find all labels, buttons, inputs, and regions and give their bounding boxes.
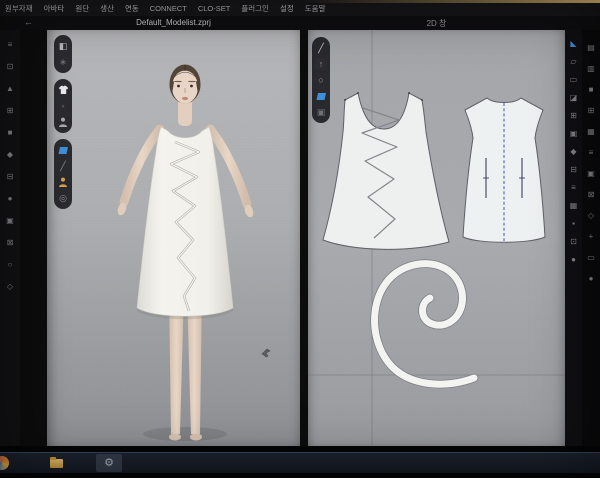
pattern-texture-icon[interactable]: ▣ [315,106,327,118]
dart-tool-icon[interactable]: ▣ [568,128,579,139]
add-panel-icon[interactable]: + [586,231,597,242]
grading-tool-icon[interactable]: ▦ [568,200,579,211]
pose-view-icon[interactable] [57,176,69,188]
library-garment-icon[interactable]: ⊡ [5,61,16,72]
pattern-piece-back [463,98,545,242]
folder-icon[interactable] [50,459,63,468]
pattern-edit-icon[interactable]: ▱ [568,56,579,67]
menu-link[interactable]: 연동 [125,3,139,14]
drape-tool-icon[interactable]: ◧ [57,40,69,52]
fabric-tab-icon[interactable]: ⊞ [586,105,597,116]
library-hardware-icon[interactable]: ◆ [5,149,16,160]
library-button-icon[interactable]: ⊟ [5,171,16,182]
title-bar: ← Default_Modelist.zprj 2D 창 [0,16,600,30]
menu-closet[interactable]: CLO-SET [198,4,231,13]
browser-icon[interactable] [0,456,9,470]
library-list-icon[interactable]: ≡ [5,39,16,50]
menu-production[interactable]: 생산 [100,3,114,14]
pattern-circle-icon[interactable]: ⊞ [568,110,579,121]
object-browser-icon[interactable]: ▤ [586,42,597,53]
freeze-tool-icon[interactable]: ∗ [57,56,69,68]
pattern-polygon-icon[interactable]: ▭ [568,74,579,85]
viewport2d-toolbar: ╱ ↑ ○ ▣ [312,37,330,123]
screenshot-root: 원부자재 아바타 원단 생산 연동 CONNECT CLO-SET 플러그인 설정 도움말 ← D… [0,0,600,478]
library-zipper-icon[interactable]: ● [5,193,16,204]
line-tool-icon[interactable]: ╱ [315,42,327,54]
measure-tool-icon[interactable]: ● [568,254,579,265]
gear-icon: ⚙ [104,458,114,469]
scene-tab-icon[interactable]: ▥ [586,63,597,74]
world-gizmo-icon[interactable]: ◎ [57,192,69,204]
notch-tool-icon[interactable]: ◆ [568,146,579,157]
menu-plugin[interactable]: 플러그인 [241,3,269,14]
right-panel-tab-strip: ▤ ▥ ■ ⊞ ▦ ≡ ▣ ⊠ ◇ + ▭ ● [582,30,600,446]
library-render-icon[interactable]: ◇ [5,281,16,292]
library-trim-icon[interactable]: ▣ [5,215,16,226]
fabric-view-icon[interactable] [57,144,69,156]
viewport-3d[interactable]: ◧ ∗ ◦ ╱ ◎ [47,30,300,446]
library-stitch-icon[interactable]: ⊠ [5,237,16,248]
menu-avatar[interactable]: 아바타 [44,3,65,14]
internal-line-icon[interactable]: ≡ [568,182,579,193]
seam-tool-icon[interactable]: ⊟ [568,164,579,175]
project-title: Default_Modelist.zprj [47,18,300,27]
colorway-tab-icon[interactable]: ▦ [586,126,597,137]
toolbar-group-show: ◦ [54,79,72,133]
pattern-tool-column: ◣ ▱ ▭ ◪ ⊞ ▣ ◆ ⊟ ≡ ▦ ▪ ⊡ ● [565,30,582,446]
close-panel-icon[interactable]: ⊠ [586,189,597,200]
library-avatar-icon[interactable]: ▲ [5,83,16,94]
dock-tab-icon[interactable]: ▭ [586,252,597,263]
library-hanger-icon[interactable]: ⊞ [5,105,16,116]
layers-tab-icon[interactable]: ≡ [586,147,597,158]
menu-materials[interactable]: 원부자재 [5,3,33,14]
avatar-3d-render [47,30,300,446]
os-taskbar: ⚙ [0,452,600,473]
toolbar-group-simulate: ◧ ∗ [54,35,72,73]
snap-tab-icon[interactable]: ◇ [586,210,597,221]
trace-tool-icon[interactable]: ▪ [568,218,579,229]
view2d-label: 2D 창 [308,18,565,29]
hand-cursor [260,347,272,359]
clo-app-icon[interactable]: ⚙ [96,454,122,472]
library-pose-icon[interactable]: ○ [5,259,16,270]
curve-point-tool-icon[interactable]: ○ [315,74,327,86]
viewport3d-toolbar: ◧ ∗ ◦ ╱ ◎ [54,35,72,209]
viewport-2d[interactable]: ╱ ↑ ○ ▣ [308,30,565,446]
transform-tool-icon[interactable]: ↑ [315,58,327,70]
menu-help[interactable]: 도움말 [305,3,326,14]
pattern-rect-icon[interactable]: ◪ [568,92,579,103]
screen-glare [300,0,600,3]
fabric-swatch-icon[interactable] [315,90,327,102]
pattern-piece-spiral-flounce [375,264,474,385]
menu-settings[interactable]: 설정 [280,3,294,14]
texture-tool-icon[interactable]: ⊡ [568,236,579,247]
back-arrow-icon[interactable]: ← [24,17,33,27]
garment-show-icon[interactable] [57,84,69,96]
pattern-select-icon[interactable]: ◣ [568,38,579,49]
pin-tool-icon[interactable]: ◦ [57,100,69,112]
library-fabric-icon[interactable]: ■ [5,127,16,138]
property-tab-icon[interactable]: ■ [586,84,597,95]
library-icon-strip: ≡ ⊡ ▲ ⊞ ■ ◆ ⊟ ● ▣ ⊠ ○ ◇ [0,30,20,446]
needle-tool-icon[interactable]: ╱ [57,160,69,172]
toolbar-group-view: ╱ ◎ [54,139,72,209]
history-tab-icon[interactable]: ▣ [586,168,597,179]
pattern-piece-front [323,92,449,249]
menu-fabric[interactable]: 원단 [75,3,89,14]
pattern-canvas[interactable] [308,30,565,446]
record-tab-icon[interactable]: ● [586,273,597,284]
avatar-show-icon[interactable] [57,116,69,128]
menu-connect[interactable]: CONNECT [150,4,187,13]
